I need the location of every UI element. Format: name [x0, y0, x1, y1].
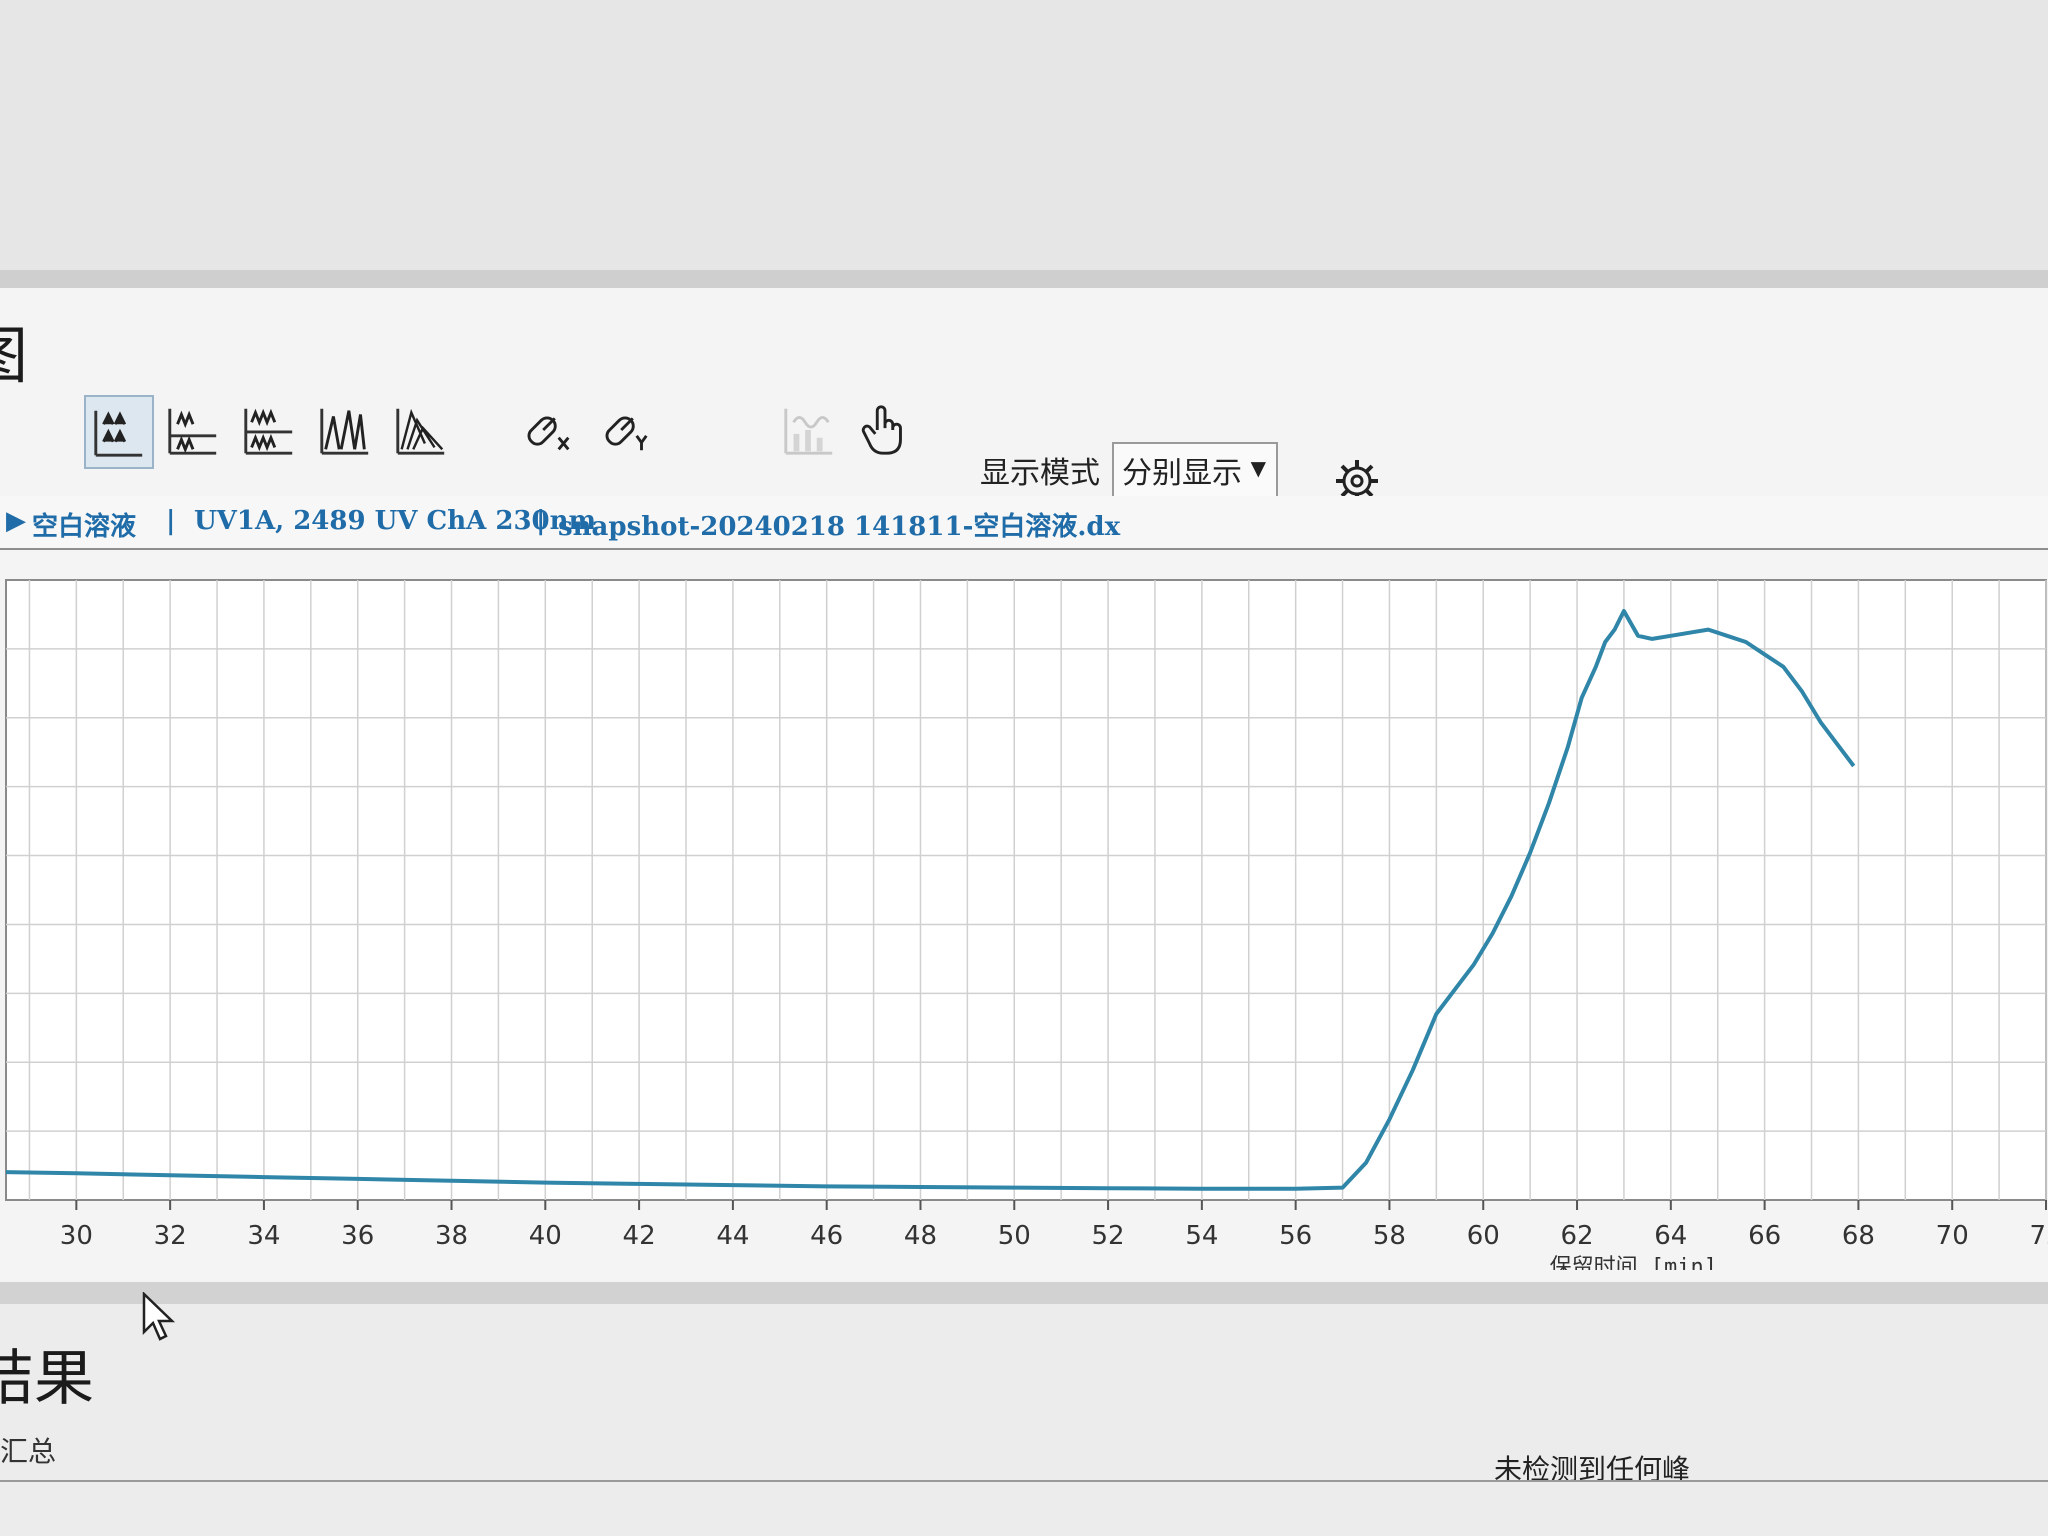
chart-disabled-button[interactable]	[776, 395, 842, 465]
display-mode-value: 分别显示	[1122, 456, 1242, 491]
plot-area	[5, 579, 2047, 1201]
link-y-icon	[605, 416, 648, 451]
stack-peaks-alt-icon	[244, 408, 293, 455]
info-separator: |	[536, 506, 546, 536]
stack-peaks-icon	[168, 408, 217, 455]
panel-bottom-divider	[0, 1282, 2048, 1304]
stack-peaks-alt-button[interactable]	[236, 395, 302, 465]
waterfall-icon	[320, 408, 369, 455]
pan-hand-button[interactable]	[852, 395, 918, 465]
window-background	[0, 0, 2048, 270]
x-tick-label: 52	[1092, 1221, 1125, 1251]
panel-divider	[0, 270, 2048, 288]
x-tick-label: 54	[1185, 1221, 1218, 1251]
3d-stack-icon	[396, 408, 445, 455]
x-tick-label: 46	[810, 1221, 843, 1251]
x-tick-label: 68	[1842, 1221, 1875, 1251]
chart-svg: 30 32 34 36 38 40 42 44 46 48 50 52 54 56 58 60 62 64 66 68…	[5, 579, 2048, 1280]
display-mode-label: 显示模式	[980, 456, 1100, 491]
info-separator: |	[166, 506, 176, 536]
sample-name[interactable]: 空白溶液	[32, 506, 136, 543]
dropdown-arrow-icon: ▼	[1250, 456, 1266, 480]
summary-tab[interactable]: 汇总	[0, 1430, 56, 1470]
x-tick-label: 42	[623, 1221, 656, 1251]
stack-peaks-button[interactable]	[160, 395, 226, 465]
x-tick-label: 34	[247, 1221, 280, 1251]
link-x-icon	[527, 416, 570, 451]
overlay-peaks-button[interactable]	[84, 395, 154, 469]
results-section-title: 结果	[0, 1344, 94, 1414]
x-tick-label: 56	[1279, 1221, 1312, 1251]
link-x-button[interactable]	[516, 395, 582, 465]
trace-info-line: ▶ 空白溶液 | UV1A, 2489 UV ChA 230nm | snaps…	[0, 496, 2048, 550]
x-tick-label: 62	[1560, 1221, 1593, 1251]
overlay-peaks-icon	[94, 410, 143, 457]
x-tick-label: 72	[2029, 1221, 2048, 1251]
3d-stack-button[interactable]	[388, 395, 454, 465]
x-tick-label: 58	[1373, 1221, 1406, 1251]
x-tick-label: 40	[529, 1221, 562, 1251]
x-tick-label: 64	[1654, 1221, 1687, 1251]
x-tick-label: 50	[998, 1221, 1031, 1251]
x-tick-label: 60	[1467, 1221, 1500, 1251]
x-tick-label: 38	[435, 1221, 468, 1251]
x-tick-label: 36	[341, 1221, 374, 1251]
link-y-button[interactable]	[594, 395, 660, 465]
x-tick-label: 66	[1748, 1221, 1781, 1251]
chromatogram-section-title: 图	[0, 305, 28, 395]
x-tick-label: 48	[904, 1221, 937, 1251]
no-peaks-message: 未检测到任何峰	[1494, 1453, 1691, 1486]
results-divider	[0, 1480, 2048, 1482]
hand-pointer-icon	[861, 405, 902, 455]
x-tick-label: 32	[154, 1221, 187, 1251]
chart-bars-icon	[784, 408, 833, 455]
x-tick-label: 30	[60, 1221, 93, 1251]
mouse-cursor-icon	[142, 1292, 176, 1341]
expand-triangle-icon[interactable]: ▶	[6, 506, 26, 536]
display-mode-select[interactable]: 分别显示 ▼	[1112, 442, 1278, 498]
snapshot-file: snapshot-20240218 141811-空白溶液.dx	[558, 512, 1121, 542]
waterfall-button[interactable]	[312, 395, 378, 465]
x-tick-label: 44	[716, 1221, 749, 1251]
x-tick-label: 70	[1936, 1221, 1969, 1251]
chromatogram-chart[interactable]: 30 32 34 36 38 40 42 44 46 48 50 52 54 56 58 60 62 64 66 68…	[0, 550, 2048, 1280]
x-axis-label: 保留时间 [min]	[1550, 1255, 1717, 1270]
